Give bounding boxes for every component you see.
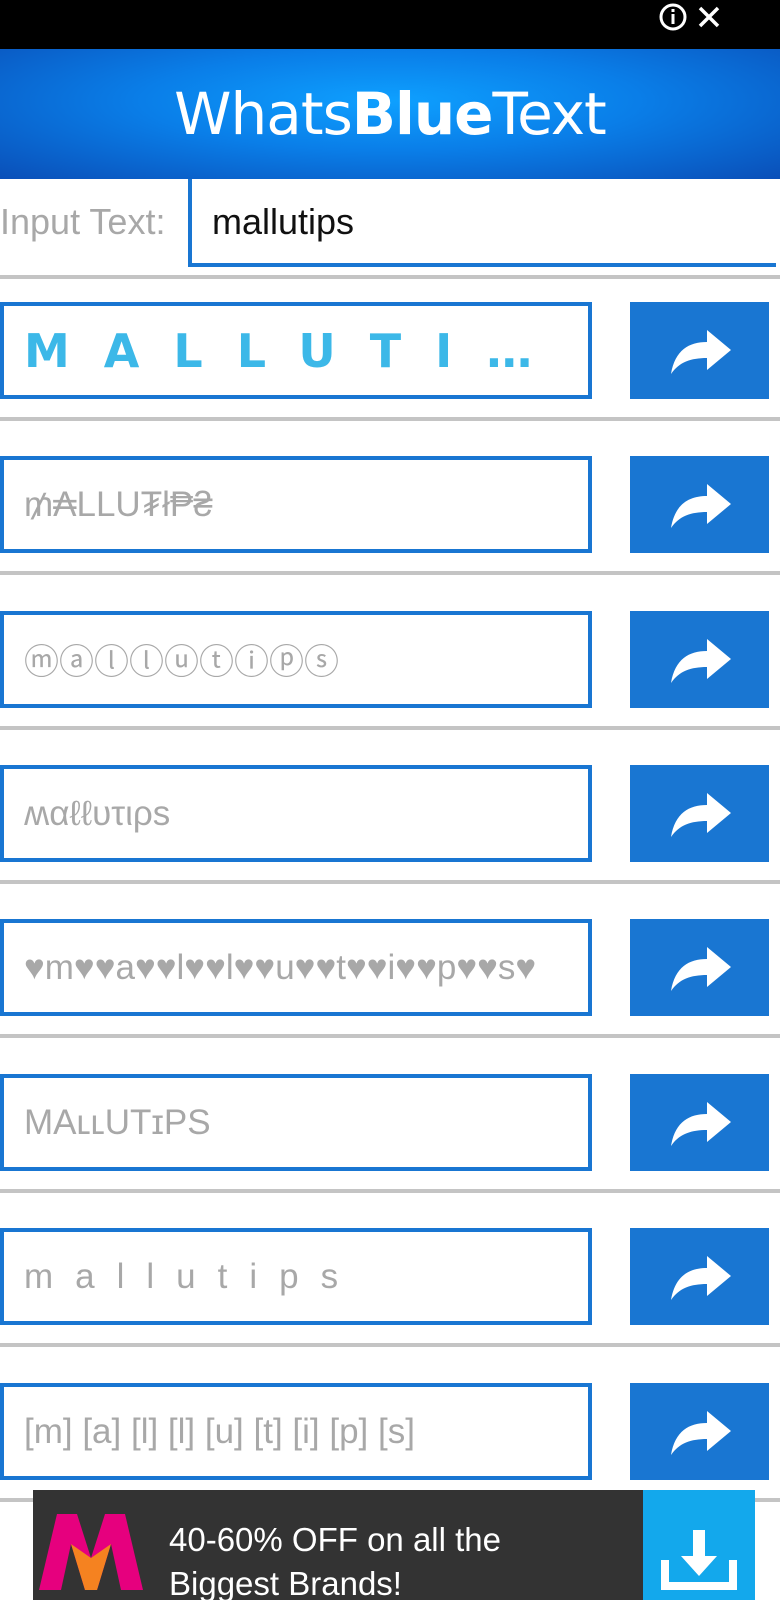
share-arrow-icon	[670, 483, 731, 528]
share-button[interactable]	[630, 919, 769, 1016]
share-button[interactable]	[630, 611, 769, 708]
styled-text: ₥₳LLU₮ł₱₴	[24, 484, 213, 524]
divider	[0, 1034, 780, 1038]
styled-text-box[interactable]: MAʟʟUTɪPS	[0, 1074, 592, 1171]
divider	[0, 275, 780, 279]
share-arrow-icon	[670, 1410, 731, 1455]
styled-text-box[interactable]: [m] [a] [l] [l] [u] [t] [i] [p] [s]	[0, 1383, 592, 1480]
divider	[0, 726, 780, 730]
input-row: Input Text: mallutips	[0, 179, 780, 269]
share-arrow-icon	[670, 946, 731, 991]
divider	[0, 417, 780, 421]
styled-text: ⓜⓐⓛⓛⓤⓣⓘⓟⓢ	[24, 643, 340, 682]
share-arrow-icon	[670, 792, 731, 837]
app-title: WhatsBlueText	[174, 80, 607, 148]
styled-text: ʍαℓℓυτιρs	[24, 793, 171, 833]
styled-text-box[interactable]: ʍαℓℓυτιρs	[0, 765, 592, 862]
share-button[interactable]	[630, 765, 769, 862]
divider	[0, 1343, 780, 1347]
input-label: Input Text:	[0, 201, 166, 242]
myntra-logo-icon	[39, 1514, 143, 1590]
styled-text: mallutips	[24, 1256, 361, 1296]
share-button[interactable]	[630, 1228, 769, 1325]
styled-text-box[interactable]: MALLUTIPS	[0, 302, 592, 399]
share-arrow-icon	[670, 329, 731, 374]
share-button[interactable]	[630, 302, 769, 399]
share-arrow-icon	[670, 1101, 731, 1146]
styled-text: MALLUTIPS	[24, 323, 572, 378]
share-arrow-icon	[670, 638, 731, 683]
divider	[0, 1189, 780, 1193]
ad-text: 40-60% OFF on all the Biggest Brands!	[169, 1518, 501, 1606]
styled-text-box[interactable]: ⓜⓐⓛⓛⓤⓣⓘⓟⓢ	[0, 611, 592, 708]
app-title-part-1: Whats	[174, 80, 353, 148]
download-icon	[661, 1530, 737, 1590]
divider	[0, 571, 780, 575]
ad-line-2: Biggest Brands!	[169, 1565, 402, 1602]
share-button[interactable]	[630, 1383, 769, 1480]
ad-download-button[interactable]	[643, 1490, 755, 1600]
info-icon[interactable]	[658, 2, 688, 32]
app-title-part-2: Blue	[351, 80, 494, 148]
ad-line-1: 40-60% OFF on all the	[169, 1521, 501, 1558]
styled-text: MAʟʟUTɪPS	[24, 1102, 211, 1142]
share-arrow-icon	[670, 1255, 731, 1300]
close-icon[interactable]	[694, 2, 724, 32]
share-button[interactable]	[630, 1074, 769, 1171]
styled-text: [m] [a] [l] [l] [u] [t] [i] [p] [s]	[24, 1411, 415, 1451]
styled-text-box[interactable]: ₥₳LLU₮ł₱₴	[0, 456, 592, 553]
app-header: WhatsBlueText	[0, 49, 780, 179]
styled-text-box[interactable]: mallutips	[0, 1228, 592, 1325]
share-button[interactable]	[630, 456, 769, 553]
ad-banner[interactable]: 40-60% OFF on all the Biggest Brands!	[33, 1490, 755, 1602]
styled-text-box[interactable]: ♥m♥♥a♥♥l♥♥l♥♥u♥♥t♥♥i♥♥p♥♥s♥	[0, 919, 592, 1016]
styled-text: ♥m♥♥a♥♥l♥♥l♥♥u♥♥t♥♥i♥♥p♥♥s♥	[24, 947, 537, 987]
app-title-part-3: Text	[492, 80, 607, 148]
input-text-field[interactable]: mallutips	[188, 179, 776, 267]
divider	[0, 880, 780, 884]
